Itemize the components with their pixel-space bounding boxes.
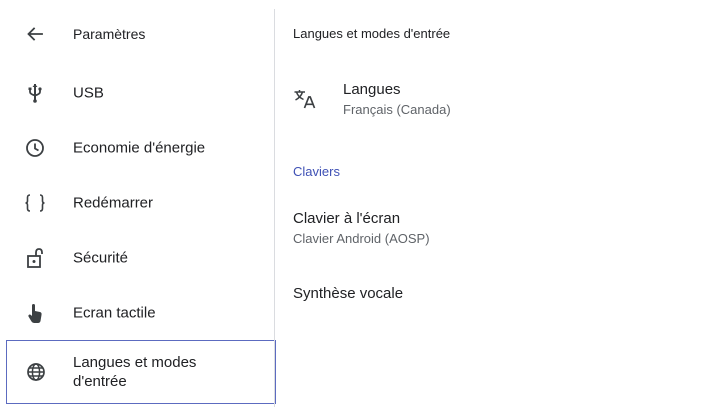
- sidebar-item-label: Economie d'énergie: [73, 139, 206, 157]
- page-title: Langues et modes d'entrée: [293, 26, 451, 41]
- sidebar-item-languages-input[interactable]: Langues et modes d'entrée: [6, 340, 276, 404]
- sidebar-item-security[interactable]: Sécurité: [0, 231, 274, 285]
- sidebar-item-label-line2: d'entrée: [73, 373, 127, 390]
- onscreen-keyboard-preference[interactable]: Clavier à l'écran Clavier Android (AOSP): [275, 209, 705, 253]
- sidebar-header: Paramètres: [0, 14, 274, 54]
- touch-hand-icon: [24, 302, 46, 324]
- keyboards-category-header: Claviers: [293, 164, 340, 179]
- sidebar-item-label: Ecran tactile: [73, 304, 156, 322]
- sidebar-item-label: Sécurité: [73, 249, 129, 267]
- usb-icon: [24, 82, 46, 104]
- onscreen-keyboard-title: Clavier à l'écran: [293, 210, 401, 227]
- sidebar: Paramètres USB Economie d'énergie Redéma…: [0, 0, 276, 407]
- curly-braces-icon: [24, 192, 46, 214]
- sidebar-item-label: USB: [73, 84, 104, 102]
- sidebar-item-label-line1: Langues et modes: [73, 354, 197, 371]
- clock-icon: [24, 137, 46, 159]
- sidebar-item-power-saving[interactable]: Economie d'énergie: [0, 121, 274, 175]
- onscreen-keyboard-summary: Clavier Android (AOSP): [293, 231, 430, 246]
- back-arrow-icon[interactable]: [25, 24, 45, 44]
- sidebar-item-label: Redémarrer: [73, 194, 154, 212]
- unlocked-padlock-icon: [24, 247, 46, 269]
- content-pane: Langues et modes d'entrée Langues França…: [275, 0, 713, 407]
- languages-preference[interactable]: Langues Français (Canada): [275, 78, 705, 126]
- sidebar-item-touchscreen[interactable]: Ecran tactile: [0, 286, 274, 340]
- sidebar-item-restart[interactable]: Redémarrer: [0, 176, 274, 230]
- sidebar-item-label: Langues et modes d'entrée: [73, 353, 196, 391]
- languages-summary: Français (Canada): [343, 102, 451, 117]
- text-to-speech-preference[interactable]: Synthèse vocale: [275, 284, 705, 308]
- languages-title: Langues: [343, 81, 401, 98]
- globe-icon: [25, 361, 47, 383]
- sidebar-title: Paramètres: [73, 26, 146, 42]
- translate-icon: [293, 87, 317, 116]
- text-to-speech-title: Synthèse vocale: [293, 285, 404, 302]
- sidebar-item-usb[interactable]: USB: [0, 66, 274, 120]
